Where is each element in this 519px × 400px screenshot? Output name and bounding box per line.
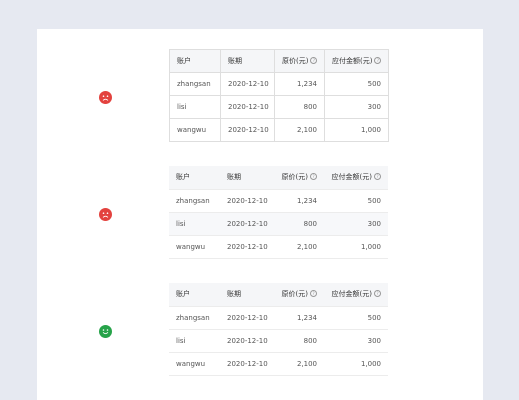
cell-account: zhangsan (169, 189, 220, 213)
cell-price: 1,234 (274, 306, 324, 330)
table-header-row: 账户 账期 原价(元)? 应付金额(元)? (169, 166, 388, 190)
help-icon[interactable]: ? (310, 57, 318, 64)
cell-payable: 1,000 (324, 118, 389, 142)
header-payable-label: 应付金额(元) (331, 290, 372, 299)
header-price: 原价(元)? (274, 49, 325, 73)
header-account: 账户 (169, 283, 220, 307)
data-table: 账户 账期 原价(元)? 应付金额(元)? zhangsan 2020-12-1… (169, 283, 388, 376)
cell-price: 2,100 (274, 352, 324, 376)
cell-period: 2020-12-10 (220, 95, 275, 119)
cell-period: 2020-12-10 (220, 329, 274, 353)
header-period: 账期 (220, 166, 274, 190)
table-row: lisi 2020-12-10 800 300 (169, 212, 388, 236)
data-table: 账户 账期 原价(元)? 应付金额(元)? zhangsan 2020-12-1… (169, 166, 388, 259)
help-icon[interactable]: ? (310, 173, 317, 181)
cell-account: wangwu (169, 352, 220, 376)
cell-account: zhangsan (169, 72, 221, 96)
cell-payable: 300 (324, 95, 389, 119)
header-payable: 应付金额(元)? (324, 166, 388, 190)
help-icon[interactable]: ? (374, 57, 382, 64)
cell-period: 2020-12-10 (220, 306, 274, 330)
header-price-label: 原价(元) (282, 57, 309, 65)
cell-price: 2,100 (274, 235, 324, 259)
header-price-label: 原价(元) (281, 173, 308, 182)
cell-account: lisi (169, 212, 220, 236)
cell-price: 800 (274, 95, 325, 119)
cell-price: 1,234 (274, 189, 324, 213)
header-payable-label: 应付金额(元) (332, 57, 373, 65)
cell-payable: 500 (324, 306, 388, 330)
header-price: 原价(元)? (274, 283, 324, 307)
header-price: 原价(元)? (274, 166, 324, 190)
cell-payable: 300 (324, 329, 388, 353)
header-account: 账户 (169, 166, 220, 190)
cell-account: lisi (169, 95, 221, 119)
cell-period: 2020-12-10 (220, 212, 274, 236)
header-price-label: 原价(元) (281, 290, 308, 299)
table-header-row: 账户 账期 原价(元)? 应付金额(元)? (169, 49, 389, 73)
cell-payable: 500 (324, 72, 389, 96)
table-row: zhangsan 2020-12-10 1,234 500 (169, 306, 388, 330)
happy-face-icon (99, 325, 112, 338)
cell-account: lisi (169, 329, 220, 353)
cell-period: 2020-12-10 (220, 72, 275, 96)
cell-period: 2020-12-10 (220, 189, 274, 213)
cell-payable: 300 (324, 212, 388, 236)
help-icon[interactable]: ? (374, 290, 381, 298)
cell-price: 800 (274, 212, 324, 236)
table-row: lisi 2020-12-10 800 300 (169, 329, 388, 353)
help-icon[interactable]: ? (310, 290, 317, 298)
cell-period: 2020-12-10 (220, 352, 274, 376)
header-payable-label: 应付金额(元) (331, 173, 372, 182)
table-row: wangwu 2020-12-10 2,100 1,000 (169, 118, 389, 142)
header-payable: 应付金额(元)? (324, 49, 389, 73)
cell-account: zhangsan (169, 306, 220, 330)
cell-period: 2020-12-10 (220, 118, 275, 142)
header-period: 账期 (220, 283, 274, 307)
cell-price: 1,234 (274, 72, 325, 96)
table-row: wangwu 2020-12-10 2,100 1,000 (169, 235, 388, 259)
table-row: zhangsan 2020-12-10 1,234 500 (169, 72, 389, 96)
content-panel: 账户 账期 原价(元)? 应付金额(元)? zhangsan 2020-12-1… (37, 29, 483, 400)
table-row: wangwu 2020-12-10 2,100 1,000 (169, 352, 388, 376)
header-account: 账户 (169, 49, 221, 73)
cell-price: 800 (274, 329, 324, 353)
sad-face-icon (99, 208, 112, 221)
cell-account: wangwu (169, 235, 220, 259)
cell-payable: 500 (324, 189, 388, 213)
data-table: 账户 账期 原价(元)? 应付金额(元)? zhangsan 2020-12-1… (169, 49, 389, 142)
cell-period: 2020-12-10 (220, 235, 274, 259)
header-period: 账期 (220, 49, 275, 73)
table-row: lisi 2020-12-10 800 300 (169, 95, 389, 119)
cell-payable: 1,000 (324, 235, 388, 259)
cell-account: wangwu (169, 118, 221, 142)
header-payable: 应付金额(元)? (324, 283, 388, 307)
cell-payable: 1,000 (324, 352, 388, 376)
cell-price: 2,100 (274, 118, 325, 142)
table-row: zhangsan 2020-12-10 1,234 500 (169, 189, 388, 213)
sad-face-icon (99, 91, 112, 104)
table-header-row: 账户 账期 原价(元)? 应付金额(元)? (169, 283, 388, 307)
help-icon[interactable]: ? (374, 173, 381, 181)
